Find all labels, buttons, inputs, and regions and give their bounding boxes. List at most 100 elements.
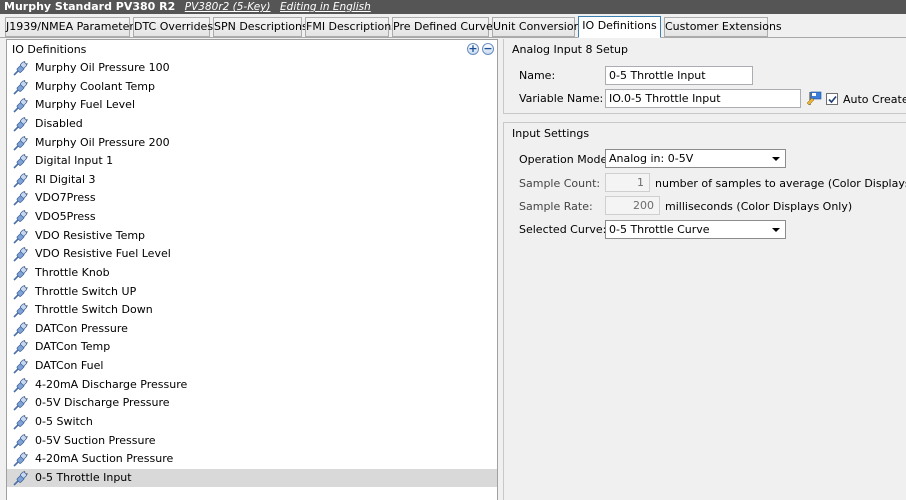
list-item[interactable]: DATCon Temp	[7, 338, 497, 357]
list-item[interactable]: 0-5V Suction Pressure	[7, 432, 497, 451]
plug-connector-icon	[13, 191, 29, 206]
list-item[interactable]: Murphy Coolant Temp	[7, 78, 497, 97]
plug-connector-icon	[13, 98, 29, 113]
operation-mode-label: Operation Mode:	[519, 153, 611, 166]
list-item-label: Digital Input 1	[35, 154, 114, 168]
operation-mode-select[interactable]: Analog in: 0-5V	[605, 149, 786, 168]
plug-connector-icon	[13, 172, 29, 188]
list-item[interactable]: VDO Resistive Fuel Level	[7, 245, 497, 264]
sample-count-input[interactable]: 1	[605, 173, 650, 192]
list-item[interactable]: Murphy Oil Pressure 200	[7, 134, 497, 153]
plug-connector-icon	[13, 116, 29, 132]
variable-name-label: Variable Name:	[519, 92, 604, 105]
plug-connector-icon	[13, 247, 29, 262]
plug-connector-icon	[13, 340, 29, 355]
list-item[interactable]: Throttle Switch Down	[7, 301, 497, 320]
list-item[interactable]: VDO Resistive Temp	[7, 227, 497, 246]
title-bar: Murphy Standard PV380 R2 PV380r2 (5-Key)…	[0, 0, 906, 14]
chevron-down-icon	[772, 228, 780, 232]
list-item[interactable]: 0-5 Switch	[7, 413, 497, 432]
list-item[interactable]: DATCon Pressure	[7, 320, 497, 339]
plug-connector-icon	[13, 79, 29, 95]
setup-title: Analog Input 8 Setup	[512, 43, 628, 56]
list-item[interactable]: RI Digital 3	[7, 171, 497, 190]
list-item-label: VDO5Press	[35, 210, 96, 223]
plug-connector-icon	[13, 154, 29, 169]
sample-count-label: Sample Count:	[519, 177, 601, 190]
list-item[interactable]: 0-5V Discharge Pressure	[7, 394, 497, 413]
window-title: Murphy Standard PV380 R2	[4, 0, 176, 13]
language-link[interactable]: Editing in English	[280, 0, 371, 14]
analog-input-setup-group: Analog Input 8 Setup Name: 0-5 Throttle …	[503, 39, 906, 114]
minus-icon[interactable]: −	[482, 43, 494, 55]
plug-connector-icon	[13, 359, 29, 374]
list-item-label: Murphy Oil Pressure 200	[35, 135, 170, 149]
plus-icon[interactable]: +	[467, 43, 479, 55]
list-item[interactable]: Murphy Fuel Level	[7, 96, 497, 115]
list-item[interactable]: 4-20mA Discharge Pressure	[7, 376, 497, 395]
list-item-label: Throttle Switch UP	[35, 284, 137, 298]
list-item-label: 4-20mA Suction Pressure	[35, 452, 174, 466]
input-settings-title: Input Settings	[512, 127, 590, 140]
list-item-label: Murphy Fuel Level	[35, 98, 135, 112]
selected-curve-value: 0-5 Throttle Curve	[609, 223, 710, 236]
selected-curve-label: Selected Curve:	[519, 223, 607, 236]
plug-connector-icon	[13, 470, 29, 486]
sample-rate-input[interactable]: 200	[605, 196, 660, 215]
list-item[interactable]: Throttle Switch UP	[7, 283, 497, 302]
list-item-label: Murphy Coolant Temp	[35, 79, 155, 93]
list-item-label: Murphy Oil Pressure 100	[35, 61, 170, 74]
list-item[interactable]: 0-5 Throttle Input	[7, 468, 497, 488]
variable-name-input[interactable]: IO.0-5 Throttle Input	[605, 89, 801, 108]
tab-io-definitions[interactable]: IO Definitions	[578, 16, 661, 38]
list-item-label: VDO7Press	[35, 191, 96, 205]
list-item[interactable]: Murphy Oil Pressure 100	[7, 59, 497, 78]
list-item-label: RI Digital 3	[35, 172, 96, 186]
list-item-label: DATCon Temp	[35, 340, 111, 354]
list-item-label: Disabled	[35, 116, 83, 130]
list-item-label: 0-5V Discharge Pressure	[35, 396, 170, 410]
tab-unit-conversion[interactable]: Unit Conversion	[492, 17, 581, 37]
plug-connector-icon	[13, 135, 29, 151]
name-input[interactable]: 0-5 Throttle Input	[605, 66, 753, 85]
list-item-label: VDO Resistive Temp	[35, 228, 146, 242]
list-item-label: Throttle Switch Down	[35, 303, 153, 317]
io-definitions-header: IO Definitions	[12, 43, 87, 56]
plug-connector-icon	[13, 303, 29, 318]
tab-fmi-descriptions[interactable]: FMI Descriptions	[305, 17, 397, 37]
tab-spn-descriptions[interactable]: SPN Descriptions	[213, 17, 308, 37]
right-panel: Analog Input 8 Setup Name: 0-5 Throttle …	[503, 39, 906, 500]
list-item-label: 4-20mA Discharge Pressure	[35, 377, 188, 391]
list-item-label: 0-5 Switch	[35, 414, 93, 428]
list-item[interactable]: 4-20mA Suction Pressure	[7, 450, 497, 469]
plug-connector-icon	[13, 284, 29, 300]
plug-connector-icon	[13, 414, 29, 430]
list-item[interactable]: Disabled	[7, 115, 497, 134]
auto-create-checkbox[interactable]	[826, 93, 838, 105]
io-definitions-list[interactable]: Murphy Oil Pressure 100 Murphy Coolant Te…	[7, 59, 497, 488]
tab-dtc-overrides[interactable]: DTC Overrides	[133, 17, 213, 37]
list-item[interactable]: VDO5Press	[7, 208, 497, 227]
list-item-label: Throttle Knob	[35, 265, 110, 279]
selected-curve-select[interactable]: 0-5 Throttle Curve	[605, 220, 786, 239]
pencil-flag-icon[interactable]	[806, 90, 822, 106]
plug-connector-icon	[13, 377, 29, 393]
list-item-label: VDO Resistive Fuel Level	[35, 247, 171, 261]
auto-create-label: Auto Create	[843, 93, 906, 106]
device-link[interactable]: PV380r2 (5-Key)	[185, 0, 271, 14]
tab-customer-extensions[interactable]: Customer Extensions	[664, 17, 782, 37]
plug-connector-icon	[13, 265, 29, 281]
sample-rate-note: milliseconds (Color Displays Only)	[665, 200, 853, 213]
sample-count-note: number of samples to average (Color Disp…	[655, 177, 906, 190]
list-item[interactable]: DATCon Fuel	[7, 357, 497, 376]
plug-connector-icon	[13, 210, 29, 225]
list-item[interactable]: Throttle Knob	[7, 264, 497, 283]
tab-j1939-nmea-parameters[interactable]: J1939/NMEA Parameters	[5, 17, 140, 37]
plug-connector-icon	[13, 396, 29, 411]
tab-bar: J1939/NMEA Parameters DTC Overrides SPN …	[0, 14, 906, 38]
list-item[interactable]: VDO7Press	[7, 189, 497, 208]
plug-connector-icon	[13, 452, 29, 467]
list-item[interactable]: Digital Input 1	[7, 152, 497, 171]
tab-pre-defined-curves[interactable]: Pre Defined Curves	[392, 17, 499, 37]
name-label: Name:	[519, 69, 556, 82]
